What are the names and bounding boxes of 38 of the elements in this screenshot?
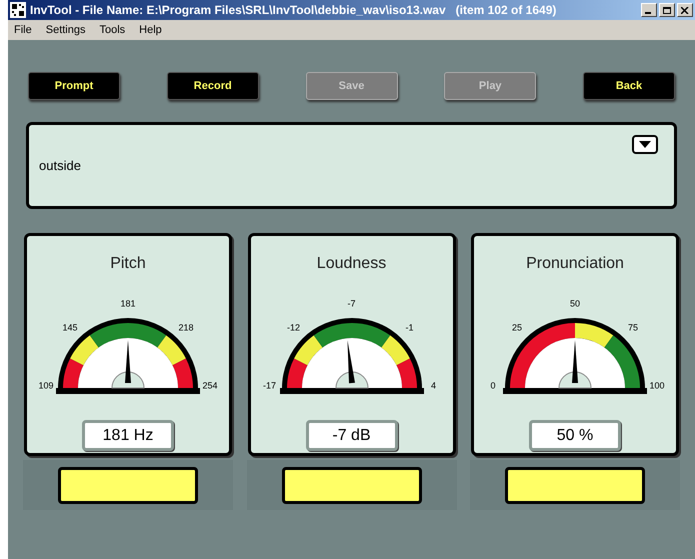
app-icon bbox=[10, 2, 26, 18]
close-icon bbox=[681, 6, 689, 14]
prompt-text: outside bbox=[39, 156, 81, 175]
tick-label: 181 bbox=[120, 300, 136, 308]
tick-label: 218 bbox=[178, 324, 194, 333]
menu-item[interactable]: Settings bbox=[46, 22, 86, 38]
tick-label: 0 bbox=[490, 382, 496, 390]
tick-label: 50 bbox=[570, 300, 580, 308]
tick-label: 145 bbox=[62, 324, 78, 333]
tick-label: -12 bbox=[287, 324, 300, 333]
tick-label: 75 bbox=[628, 324, 638, 333]
caret-icon bbox=[639, 141, 651, 148]
maximize-icon bbox=[663, 6, 671, 14]
tick-label: 254 bbox=[202, 382, 218, 390]
minimize-button[interactable] bbox=[641, 3, 657, 17]
dropdown-button[interactable] bbox=[632, 135, 658, 154]
tick-label: -7 bbox=[348, 300, 356, 308]
reading-field: 50 % bbox=[529, 420, 621, 451]
menu-item[interactable]: Help bbox=[139, 22, 162, 38]
tick-label: 25 bbox=[512, 324, 522, 333]
menu-item[interactable]: File bbox=[14, 22, 32, 38]
tick-label: 4 bbox=[431, 382, 436, 390]
menu-item[interactable]: Tools bbox=[99, 22, 126, 38]
reading-field: 181 Hz bbox=[82, 420, 174, 451]
tick-label: 100 bbox=[649, 382, 665, 390]
gauge-title: Loudness bbox=[316, 254, 386, 274]
close-button[interactable] bbox=[677, 3, 693, 17]
tick-label: -17 bbox=[263, 382, 276, 390]
action-button[interactable]: Record bbox=[166, 72, 259, 100]
gauge-title: Pitch bbox=[110, 254, 146, 274]
window-title: InvTool - File Name: E:\Program Files\SRL\InvTool\debbie_wav\iso13.wav (item 102 of 1649) bbox=[30, 2, 558, 19]
maximize-button[interactable] bbox=[659, 3, 675, 17]
action-button[interactable]: Prompt bbox=[28, 72, 120, 100]
gauge-title: Pronunciation bbox=[526, 254, 624, 274]
reading-field: -7 dB bbox=[306, 420, 398, 451]
tick-label: 109 bbox=[38, 382, 54, 390]
action-button[interactable]: Back bbox=[583, 72, 675, 100]
tick-label: -1 bbox=[405, 324, 414, 333]
